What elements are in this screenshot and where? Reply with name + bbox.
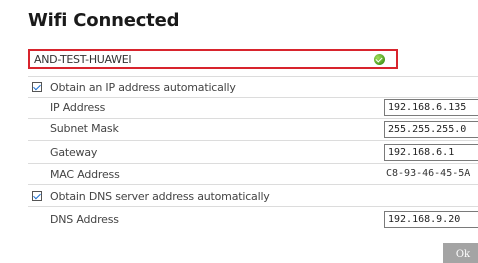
- subnet-mask-label: Subnet Mask: [50, 122, 119, 135]
- subnet-mask-input[interactable]: 255.255.255.0: [384, 121, 478, 138]
- dns-address-label: DNS Address: [50, 213, 119, 226]
- gateway-label: Gateway: [50, 146, 98, 159]
- divider: [28, 76, 478, 77]
- mac-address-value: C8-93-46-45-5A: [386, 168, 471, 179]
- ip-auto-label: Obtain an IP address automatically: [50, 81, 236, 94]
- divider: [28, 184, 478, 185]
- divider: [28, 118, 478, 119]
- divider: [28, 206, 478, 207]
- dns-auto-label: Obtain DNS server address automatically: [50, 190, 270, 203]
- wifi-details-panel: Wifi Connected AND-TEST-HUAWEI Obtain an…: [0, 0, 478, 263]
- connected-check-icon: [374, 54, 385, 65]
- ip-auto-checkbox[interactable]: [32, 82, 42, 92]
- ok-button[interactable]: Ok: [443, 243, 478, 263]
- connected-network-row[interactable]: AND-TEST-HUAWEI: [28, 49, 398, 69]
- page-title: Wifi Connected: [28, 10, 180, 31]
- dns-auto-checkbox[interactable]: [32, 191, 42, 201]
- divider: [28, 140, 478, 141]
- ip-address-input[interactable]: 192.168.6.135: [384, 99, 478, 116]
- divider: [28, 163, 478, 164]
- divider: [28, 97, 478, 98]
- mac-address-label: MAC Address: [50, 168, 120, 181]
- network-name: AND-TEST-HUAWEI: [34, 53, 132, 66]
- gateway-input[interactable]: 192.168.6.1: [384, 144, 478, 161]
- ip-address-label: IP Address: [50, 101, 106, 114]
- dns-address-input[interactable]: 192.168.9.20: [384, 211, 478, 228]
